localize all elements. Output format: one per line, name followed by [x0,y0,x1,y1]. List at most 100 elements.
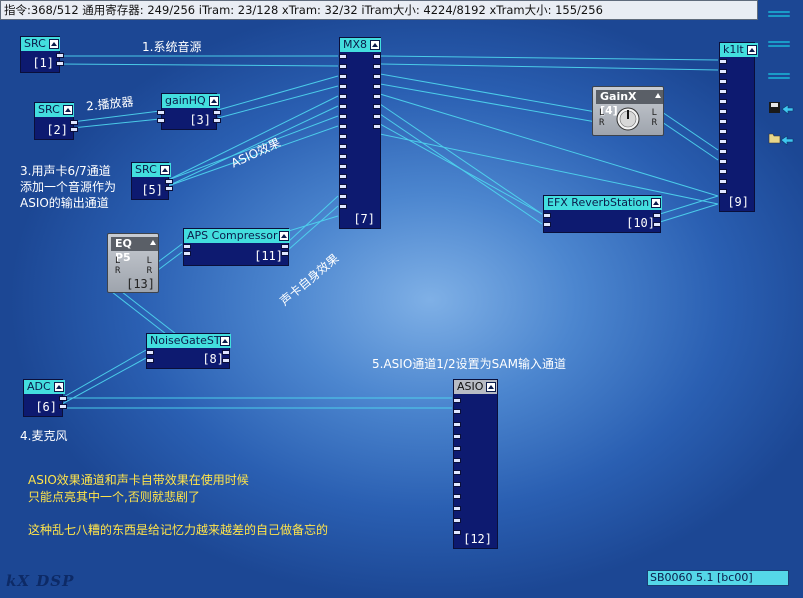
input-pin[interactable] [453,422,461,427]
input-pin[interactable] [453,409,461,414]
plugin-src-5[interactable]: SRC [5] [131,162,173,200]
input-pin[interactable] [453,482,461,487]
input-pin[interactable] [453,530,461,535]
input-pin[interactable] [183,244,191,249]
input-pin[interactable] [339,144,347,149]
input-pin[interactable] [719,109,727,114]
input-pin[interactable] [719,189,727,194]
output-pin[interactable] [281,251,289,256]
output-pin[interactable] [373,114,381,119]
input-pin[interactable] [183,251,191,256]
plugin-gainx[interactable]: GainX [4] L R L R [592,86,664,136]
input-pin[interactable] [719,89,727,94]
input-pin[interactable] [453,446,461,451]
collapse-arrow-icon[interactable] [150,240,156,245]
collapse-arrow-icon[interactable] [746,45,757,55]
collapse-arrow-icon[interactable] [62,105,73,115]
input-pin[interactable] [339,154,347,159]
output-pin[interactable] [373,64,381,69]
input-pin[interactable] [339,94,347,99]
output-pin[interactable] [70,127,78,132]
input-pin[interactable] [453,506,461,511]
plugin-src-2[interactable]: SRC [2] [34,102,78,140]
input-pin[interactable] [719,119,727,124]
input-pin[interactable] [453,434,461,439]
input-pin[interactable] [146,358,154,363]
plugin-mx8[interactable]: MX8 [7] [339,37,382,229]
input-pin[interactable] [453,398,461,403]
input-pin[interactable] [339,54,347,59]
collapse-arrow-icon[interactable] [279,231,289,241]
output-pin[interactable] [373,54,381,59]
plugin-src-1[interactable]: SRC [1] [20,36,64,73]
menu-icon[interactable] [768,9,790,19]
open-icon[interactable] [768,130,794,148]
input-pin[interactable] [339,104,347,109]
input-pin[interactable] [339,134,347,139]
output-pin[interactable] [213,118,221,123]
output-pin[interactable] [56,53,64,58]
collapse-arrow-icon[interactable] [220,336,230,346]
menu-icon[interactable] [768,39,790,49]
input-pin[interactable] [719,139,727,144]
collapse-arrow-icon[interactable] [159,165,170,175]
input-pin[interactable] [719,179,727,184]
input-pin[interactable] [339,174,347,179]
plugin-gainhq[interactable]: gainHQ [3] [157,93,221,130]
output-pin[interactable] [70,120,78,125]
save-icon[interactable] [768,100,794,118]
input-pin[interactable] [719,69,727,74]
output-pin[interactable] [165,186,173,191]
input-pin[interactable] [339,194,347,199]
output-pin[interactable] [213,110,221,115]
collapse-arrow-icon[interactable] [48,39,59,49]
collapse-arrow-icon[interactable] [370,40,381,50]
input-pin[interactable] [719,169,727,174]
output-pin[interactable] [373,124,381,129]
input-pin[interactable] [339,64,347,69]
collapse-arrow-icon[interactable] [208,96,219,106]
input-pin[interactable] [453,518,461,523]
output-pin[interactable] [165,179,173,184]
collapse-arrow-icon[interactable] [651,198,661,208]
plugin-eq-p5[interactable]: EQ P5 L R L R [13] [107,233,159,293]
plugin-noisegatest[interactable]: NoiseGateST [8] [146,333,231,369]
plugin-aps-compressor[interactable]: APS Compressor [11] [183,228,290,266]
input-pin[interactable] [339,114,347,119]
input-pin[interactable] [453,494,461,499]
input-pin[interactable] [719,99,727,104]
plugin-efx-reverbstation[interactable]: EFX ReverbStation [10] [543,195,662,233]
output-pin[interactable] [281,244,289,249]
input-pin[interactable] [719,159,727,164]
input-pin[interactable] [719,149,727,154]
output-pin[interactable] [222,350,230,355]
menu-icon[interactable] [768,71,790,81]
input-pin[interactable] [719,59,727,64]
input-pin[interactable] [543,222,551,227]
output-pin[interactable] [653,213,661,218]
input-pin[interactable] [157,110,165,115]
output-pin[interactable] [222,358,230,363]
plugin-adc[interactable]: ADC [6] [23,379,67,417]
plugin-asio[interactable]: ASIO [12] [453,379,498,549]
collapse-arrow-icon[interactable] [486,382,497,392]
input-pin[interactable] [339,204,347,209]
output-pin[interactable] [56,61,64,66]
plugin-k1lt[interactable]: k1lt [9] [719,42,758,212]
input-pin[interactable] [339,84,347,89]
input-pin[interactable] [339,124,347,129]
input-pin[interactable] [719,79,727,84]
input-pin[interactable] [339,184,347,189]
input-pin[interactable] [339,164,347,169]
output-pin[interactable] [373,94,381,99]
output-pin[interactable] [59,404,67,409]
input-pin[interactable] [157,118,165,123]
output-pin[interactable] [59,396,67,401]
input-pin[interactable] [543,213,551,218]
input-pin[interactable] [339,74,347,79]
input-pin[interactable] [719,129,727,134]
gain-knob[interactable] [615,106,641,132]
collapse-arrow-icon[interactable] [53,382,64,392]
input-pin[interactable] [146,350,154,355]
output-pin[interactable] [653,222,661,227]
